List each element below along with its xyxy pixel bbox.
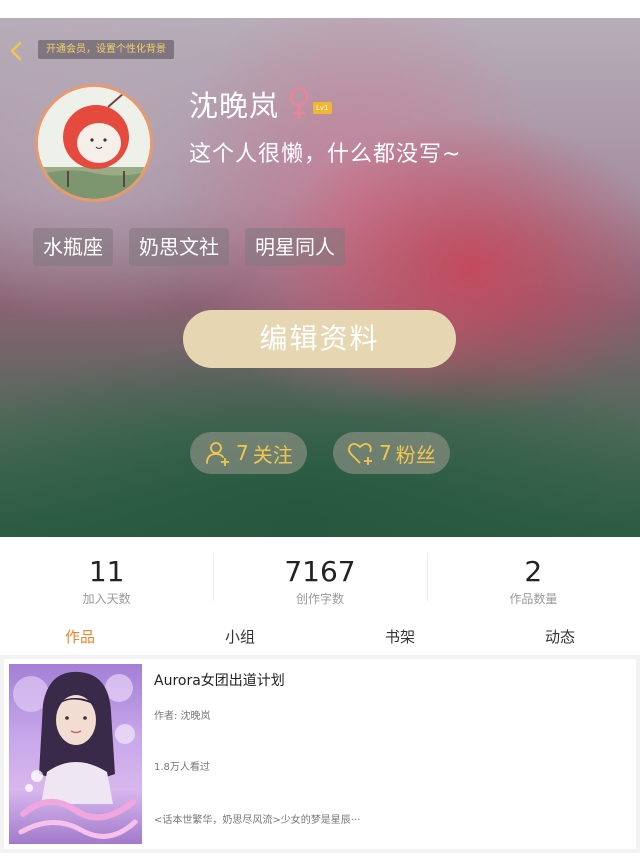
following-count: 7 — [236, 441, 249, 465]
tab-groups[interactable]: 小组 — [160, 618, 320, 655]
profile-header: 开通会员，设置个性化背景 沈晚岚 Lv1 这个人很懒，什么都没写~ 水瓶座 奶思… — [0, 18, 640, 537]
following-button[interactable]: 7 关注 — [190, 432, 307, 474]
book-title[interactable]: Aurora女团出道计划 — [154, 670, 285, 690]
edit-profile-button[interactable]: 编辑资料 — [183, 310, 456, 368]
level-badge: Lv1 — [313, 102, 332, 114]
stat-label: 创作字数 — [295, 592, 344, 606]
chevron-left-icon[interactable] — [6, 40, 28, 62]
fans-label: 粉丝 — [395, 442, 436, 467]
book-cover — [9, 664, 142, 844]
stat-label: 加入天数 — [82, 592, 131, 606]
stat-value: 7167 — [284, 555, 356, 588]
book-views: 1.8万人看过 — [154, 762, 210, 773]
stat-value: 2 — [524, 555, 543, 588]
stats-bar: 11 加入天数 7167 创作字数 2 作品数量 — [0, 537, 640, 617]
list-item[interactable]: Aurora女团出道计划 作者: 沈晚岚 1.8万人看过 <话本世繁华，奶思尽风… — [4, 659, 636, 849]
stat-label: 作品数量 — [509, 592, 558, 606]
tag-item[interactable]: 明星同人 — [245, 228, 345, 266]
following-label: 关注 — [252, 442, 293, 467]
stat-value: 11 — [88, 555, 125, 588]
tab-bookshelf[interactable]: 书架 — [320, 618, 480, 655]
female-icon — [289, 87, 309, 119]
heart-plus-icon — [348, 442, 372, 465]
fans-count: 7 — [379, 441, 392, 465]
name-row: 沈晚岚 Lv1 — [189, 84, 332, 124]
avatar-image — [38, 87, 150, 199]
vip-background-banner[interactable]: 开通会员，设置个性化背景 — [38, 40, 174, 59]
tag-list: 水瓶座 奶思文社 明星同人 — [33, 228, 345, 266]
tab-activity[interactable]: 动态 — [480, 618, 640, 655]
stat-word-count: 7167 创作字数 — [213, 537, 426, 617]
tab-bar: 作品 小组 书架 动态 — [0, 618, 640, 656]
status-bar — [0, 0, 640, 18]
tag-item[interactable]: 水瓶座 — [33, 228, 113, 266]
tab-works[interactable]: 作品 — [0, 618, 160, 655]
book-author: 作者: 沈晚岚 — [154, 711, 211, 722]
add-user-icon — [206, 442, 229, 466]
signature: 这个人很懒，什么都没写~ — [189, 142, 462, 167]
tag-item[interactable]: 奶思文社 — [129, 228, 229, 266]
stat-join-days: 11 加入天数 — [0, 537, 213, 617]
book-description: <话本世繁华，奶思尽风流>少女的梦是星辰··· — [154, 815, 361, 826]
cover-art — [13, 671, 138, 839]
fans-button[interactable]: 7 粉丝 — [333, 432, 450, 474]
stat-works-count: 2 作品数量 — [426, 537, 640, 617]
avatar[interactable] — [35, 84, 153, 202]
username: 沈晚岚 — [189, 89, 280, 123]
